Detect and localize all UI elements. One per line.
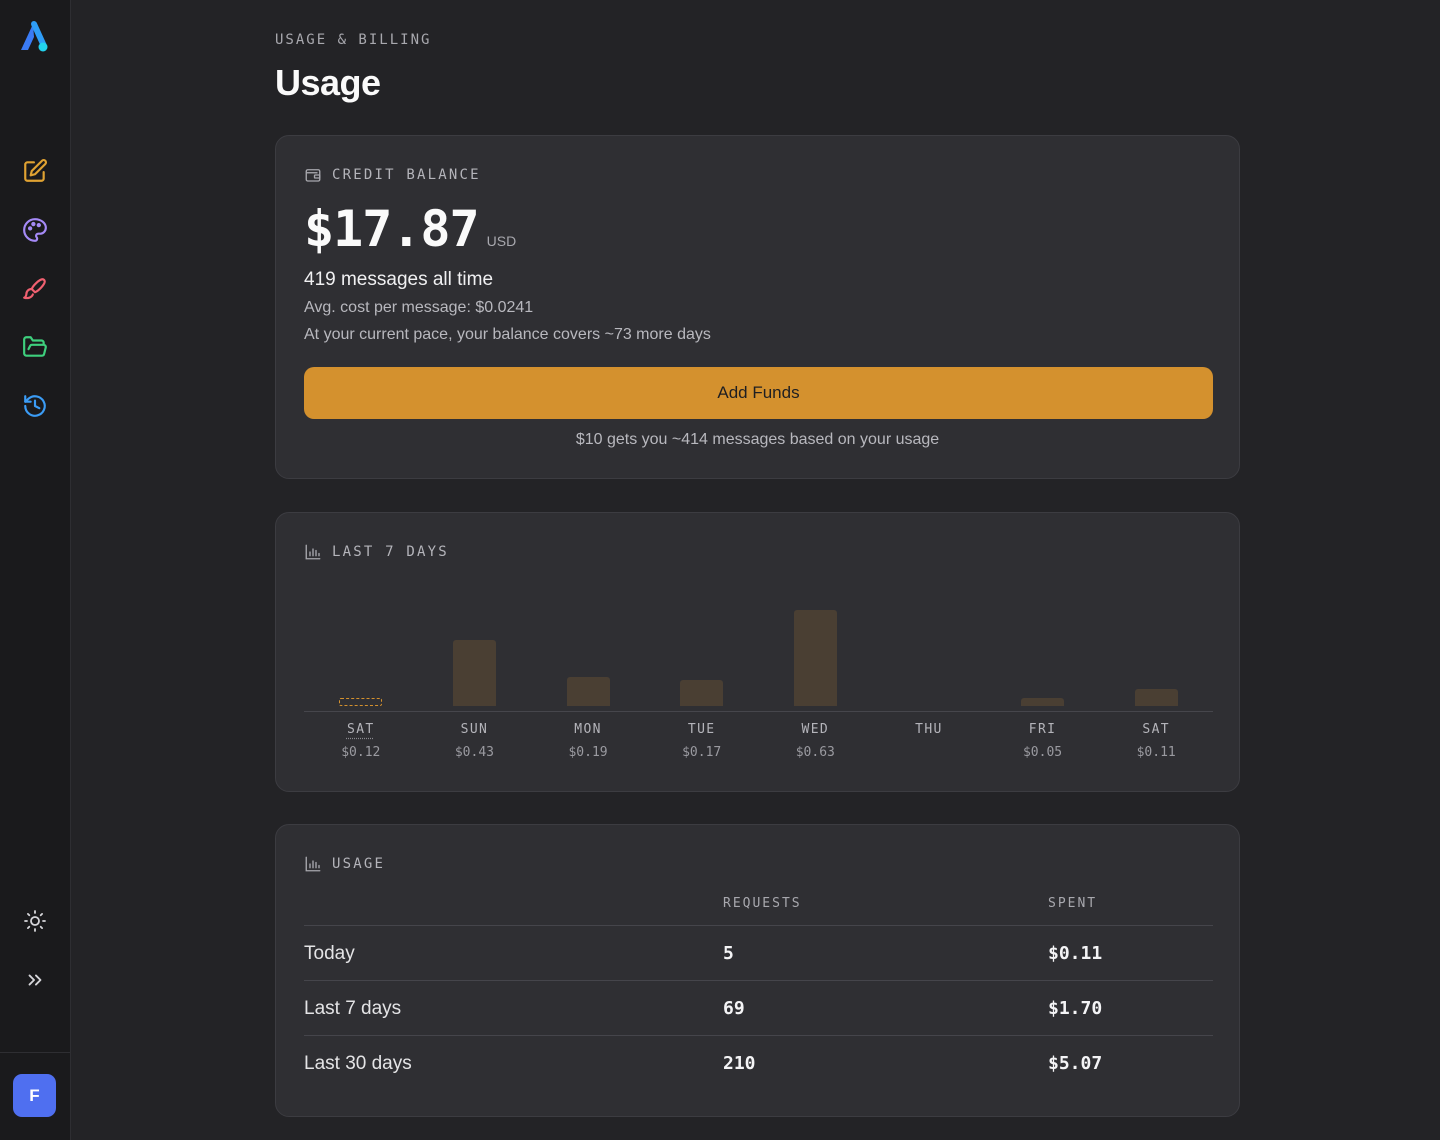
credit-balance-card: CREDIT BALANCE $17.87 USD 419 messages a…: [275, 135, 1240, 479]
chart-value-label: $0.12: [341, 745, 381, 760]
chart-bar[interactable]: [1134, 689, 1178, 706]
last-7-days-header: LAST 7 DAYS: [304, 543, 449, 561]
app-logo-icon[interactable]: [17, 20, 53, 56]
table-divider: [304, 980, 1213, 981]
chevrons-right-icon[interactable]: [20, 965, 50, 995]
messages-total: 419 messages all time: [304, 269, 494, 290]
avg-cost-per-message: Avg. cost per message: $0.0241: [304, 299, 534, 316]
balance-currency: USD: [486, 233, 517, 249]
chart-value-label: $0.43: [454, 745, 494, 760]
daily-spend-chart: SAT $0.12 SUN $0.43 MON $0.19 TUE $0.17 WED $0.63…: [304, 573, 1213, 773]
sidebar: F: [0, 0, 71, 1140]
balance-row: $17.87 USD: [304, 200, 516, 258]
chart-value-label: $0.19: [568, 745, 608, 760]
bar-chart-icon: [305, 856, 321, 872]
page-title: Usage: [275, 62, 381, 103]
chart-day-label: WED: [801, 722, 830, 737]
chart-bar-today[interactable]: [339, 698, 383, 706]
edit-nav-icon[interactable]: [20, 156, 50, 186]
user-avatar[interactable]: F: [13, 1074, 56, 1117]
chart-day-label: MON: [574, 722, 602, 737]
table-row-spent: $1.70: [1048, 998, 1103, 1019]
requests-column-header: REQUESTS: [723, 896, 802, 911]
wallet-icon: [305, 169, 321, 182]
brush-nav-icon[interactable]: [20, 274, 50, 304]
add-funds-button[interactable]: Add Funds: [304, 367, 1213, 419]
chart-value-label: $0.17: [682, 745, 722, 760]
palette-nav-icon[interactable]: [20, 215, 50, 245]
chart-value-label: $0.11: [1136, 745, 1176, 760]
chart-day-label: THU: [915, 722, 943, 737]
chart-day-label: FRI: [1028, 722, 1057, 737]
chart-bar[interactable]: [793, 610, 837, 706]
chart-day-label: TUE: [687, 722, 716, 737]
last-7-days-card: LAST 7 DAYS SAT $0.12 SUN $0.43 MON $0.19 TUE $…: [275, 512, 1240, 792]
chart-baseline: [304, 711, 1213, 712]
chart-day-label: SAT: [1142, 722, 1171, 737]
chart-day-label: SUN: [460, 722, 489, 737]
table-row-spent: $5.07: [1048, 1053, 1103, 1074]
chart-bar[interactable]: [680, 680, 724, 706]
usage-header: USAGE: [304, 855, 385, 873]
last-7-days-label: LAST 7 DAYS: [332, 544, 449, 560]
usage-table-card: USAGE REQUESTS SPENT Today 5 $0.11 Last …: [275, 824, 1240, 1117]
table-row-label: Last 30 days: [304, 1053, 412, 1074]
history-nav-icon[interactable]: [20, 391, 50, 421]
spent-column-header: SPENT: [1048, 896, 1098, 911]
bar-chart-icon: [305, 544, 321, 560]
table-row-spent: $0.11: [1048, 943, 1103, 964]
table-row-label: Last 7 days: [304, 998, 402, 1019]
table-row-requests: 210: [723, 1053, 756, 1074]
usage-label: USAGE: [332, 856, 386, 872]
table-row-requests: 69: [723, 998, 745, 1019]
credit-balance-header: CREDIT BALANCE: [304, 166, 481, 184]
chart-bar[interactable]: [452, 640, 496, 706]
balance-pace-estimate: At your current pace, your balance cover…: [304, 326, 711, 343]
table-divider: [304, 1035, 1213, 1036]
table-row-label: Today: [304, 943, 355, 964]
chart-day-label: SAT: [346, 722, 375, 737]
sidebar-divider: [0, 1052, 71, 1053]
breadcrumb: USAGE & BILLING: [275, 32, 432, 48]
chart-bar[interactable]: [1021, 698, 1065, 706]
balance-amount: $17.87: [304, 200, 480, 258]
credit-balance-label: CREDIT BALANCE: [332, 167, 481, 183]
chart-value-label: $0.05: [1022, 745, 1063, 760]
funds-hint: $10 gets you ~414 messages based on your…: [575, 431, 940, 448]
chart-value-label: $0.63: [795, 745, 835, 760]
sun-icon[interactable]: [20, 906, 50, 936]
table-row-requests: 5: [723, 943, 734, 964]
folder-nav-icon[interactable]: [20, 332, 50, 362]
chart-bar[interactable]: [566, 677, 610, 706]
table-divider: [304, 925, 1213, 926]
